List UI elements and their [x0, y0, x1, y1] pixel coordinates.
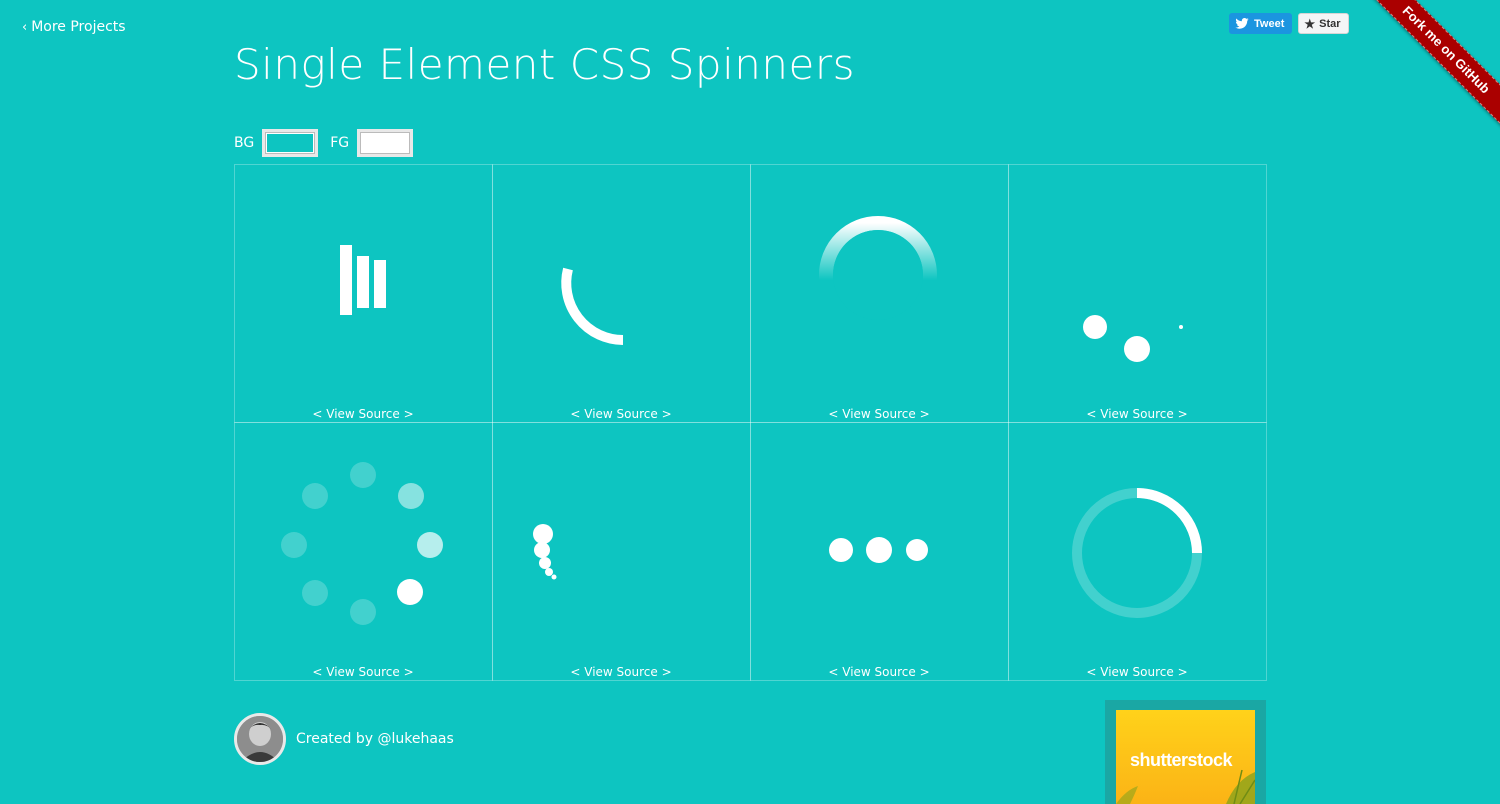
dot-trail-spinner	[532, 523, 556, 579]
gradient-ring-spinner	[818, 215, 937, 334]
orbit-dots-spinner	[1082, 314, 1183, 362]
view-source-link[interactable]: < View Source >	[235, 407, 492, 421]
advertisement[interactable]: shutterstock	[1105, 700, 1266, 804]
spinner-cell-arc: < View Source >	[491, 163, 751, 423]
spinner-cell-orbit-dots: < View Source >	[1007, 163, 1267, 423]
chevron-left-icon: ‹	[22, 20, 28, 35]
bg-label: BG	[234, 135, 255, 151]
github-ribbon[interactable]: Fork me on GitHub	[1350, 0, 1500, 150]
bars-spinner	[339, 244, 386, 315]
shutterstock-logo: shutterstock	[1130, 750, 1233, 770]
tweet-button[interactable]: Tweet	[1229, 13, 1293, 34]
view-source-link[interactable]: < View Source >	[1009, 407, 1266, 421]
three-dots-spinner	[828, 536, 928, 563]
page-title: Single Element CSS Spinners	[234, 40, 855, 89]
star-icon: ★	[1304, 16, 1316, 31]
more-projects-link[interactable]: ‹ More Projects	[22, 19, 126, 35]
spinner-cell-dot-trail: < View Source >	[491, 421, 751, 681]
spinner-cell-bars: < View Source >	[233, 163, 493, 423]
spinner-cell-three-dots: < View Source >	[749, 421, 1009, 681]
spinner-cell-dot-circle: < View Source >	[233, 421, 493, 681]
color-pickers: BG FG	[234, 129, 425, 157]
github-star-button[interactable]: ★ Star	[1298, 13, 1349, 34]
fg-label: FG	[330, 135, 350, 151]
dot-circle-spinner	[280, 461, 443, 625]
bg-swatch-fill	[267, 134, 314, 152]
spinner-cell-gradient-ring: < View Source >	[749, 163, 1009, 423]
view-source-link[interactable]: < View Source >	[493, 407, 750, 421]
spinner-grid: < View Source > < View Source > < View S…	[233, 163, 1267, 681]
fg-swatch-fill	[362, 134, 409, 152]
view-source-link[interactable]: < View Source >	[1009, 665, 1266, 679]
social-buttons: Tweet ★ Star	[1229, 13, 1349, 34]
ad-image[interactable]: shutterstock	[1116, 710, 1255, 804]
view-source-link[interactable]: < View Source >	[751, 407, 1008, 421]
view-source-link[interactable]: < View Source >	[493, 665, 750, 679]
spinner-cell-ring-arc: < View Source >	[1007, 421, 1267, 681]
author-photo	[237, 716, 283, 762]
created-by-text[interactable]: Created by @lukehaas	[296, 731, 454, 747]
fg-color-picker[interactable]	[357, 129, 414, 157]
fork-ribbon-label[interactable]: Fork me on GitHub	[1365, 0, 1500, 131]
avatar[interactable]	[234, 713, 286, 765]
view-source-link[interactable]: < View Source >	[751, 665, 1008, 679]
footer-credit: Created by @lukehaas	[234, 713, 454, 765]
ring-arc-spinner	[1071, 487, 1202, 618]
twitter-bird-icon	[1235, 18, 1249, 29]
view-source-link[interactable]: < View Source >	[235, 665, 492, 679]
arc-spinner	[560, 267, 623, 345]
bg-color-picker[interactable]	[262, 129, 319, 157]
